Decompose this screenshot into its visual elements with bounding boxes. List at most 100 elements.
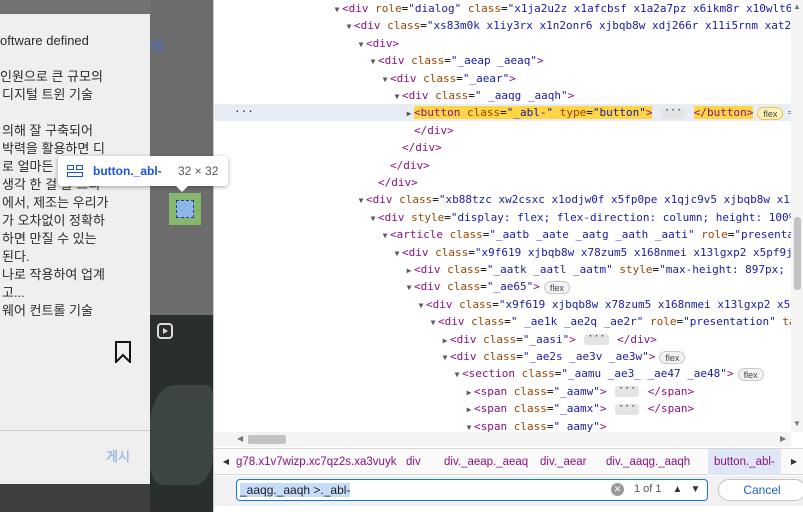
cancel-button[interactable]: Cancel (718, 479, 803, 501)
dom-node[interactable]: ▼ <div class="x9f619 xjbqb8w x78zum5 x168… (214, 244, 791, 261)
dom-node[interactable]: ▶ <span class="_aamw"> ··· </span> (214, 383, 791, 400)
expand-triangle-icon[interactable]: ▼ (416, 297, 426, 314)
reel-icon[interactable] (157, 323, 173, 339)
scroll-left-icon[interactable]: ◀ (237, 434, 243, 443)
scroll-down-icon[interactable]: ▼ (793, 419, 801, 428)
collapse-triangle-icon[interactable]: ▶ (440, 332, 450, 349)
dom-node[interactable]: ▼ <div class="_aeap _aeaq"> (214, 52, 791, 69)
dom-node[interactable]: ▼ <div style="display: flex; flex-directi… (214, 209, 791, 226)
dom-node-markup: <div class=" _aaqg _aaqh"> (402, 89, 575, 102)
collapse-triangle-icon[interactable]: ▶ (464, 401, 474, 418)
dom-node[interactable]: ▶ <div class="_aatk _aatl _aatm" style="m… (214, 261, 791, 278)
breadcrumb-prev-icon[interactable]: ◀ (216, 449, 236, 476)
dom-node-markup: <div class="_aear"> (390, 71, 516, 85)
dom-node[interactable]: </div> (214, 157, 791, 174)
vertical-scrollbar[interactable]: ▲ ▼ (791, 0, 803, 432)
dom-node[interactable]: ▼ <div class="xb88tzc xw2csxc x1odjw0f x5… (214, 191, 791, 208)
element-highlight-overlay[interactable] (169, 193, 201, 225)
dom-node[interactable]: ▼ <div class="_ae65"> flex (214, 278, 791, 295)
caption-line: 에서, 제조는 우리가 (2, 195, 109, 210)
dom-tree[interactable]: ▼ <div role="dialog" class="x1ja2u2z x1af… (214, 0, 791, 432)
arrow-down-icon[interactable]: ▼ (688, 482, 703, 497)
expand-triangle-icon[interactable]: ▼ (356, 36, 366, 53)
breadcrumb-next-icon[interactable]: ▶ (784, 449, 803, 476)
dom-node[interactable]: ▼ <div class=" _ae1k _ae2q _ae2r" role="p… (214, 313, 791, 330)
dom-node[interactable]: ▼ <div class=" _aaqg _aaqh"> (214, 87, 791, 104)
breadcrumb-item[interactable]: g78.x1v7wizp.xc7qz2s.xa3vuyk (236, 449, 396, 475)
dom-node-markup: <div class="xb88tzc xw2csxc x1odjw0f x5f… (366, 193, 791, 207)
expand-triangle-icon[interactable]: ▼ (368, 53, 378, 70)
expand-triangle-icon[interactable]: ▼ (428, 314, 438, 331)
expand-triangle-icon[interactable]: ▼ (368, 210, 378, 227)
post-top-strip (0, 0, 150, 14)
breadcrumb-item[interactable]: div (406, 449, 421, 475)
dom-node-markup: <section class="_aamu _ae3_ _ae47 _ae48"… (462, 367, 764, 381)
dom-node[interactable]: ▼ <div class="x9f619 xjbqb8w x78zum5 x168… (214, 296, 791, 313)
element-inspect-icon (176, 200, 194, 218)
flex-layout-icon (67, 165, 83, 177)
dom-node[interactable]: </div> (214, 139, 791, 156)
node-actions-ellipsis[interactable]: ··· (234, 105, 254, 118)
dom-node[interactable]: ▼ <div role="dialog" class="x1ja2u2z x1af… (214, 0, 791, 17)
dom-node-selected[interactable]: ▶ <button class="_abl-" type="button"> ··… (214, 104, 791, 122)
dom-node[interactable]: ▼ <span class="_aamy"> (214, 418, 791, 432)
dom-node[interactable]: ▶ <div class="_aasi"> ··· </div> (214, 331, 791, 348)
scroll-right-icon[interactable]: ▶ (780, 434, 786, 443)
tooltip-element-size: 32 × 32 (178, 164, 219, 178)
caption-line: 디지털 트윈 기술 (2, 87, 93, 102)
dom-node-markup: </div> (414, 123, 454, 137)
dom-node[interactable]: ▼ <section class="_aamu _ae3_ _ae47 _ae48… (214, 365, 791, 382)
caption-line: 로 얼마든 (2, 159, 54, 174)
post-side-glyph: 에 (150, 38, 164, 55)
collapse-triangle-icon[interactable]: ▶ (404, 262, 414, 279)
breadcrumb-item-current[interactable]: button._abl- (708, 449, 781, 475)
dom-node-markup: <span class="_aamw"> ··· </span> (474, 383, 695, 398)
vertical-scroll-thumb[interactable] (794, 217, 801, 290)
scroll-up-icon[interactable]: ▲ (793, 2, 801, 11)
breadcrumb-item[interactable]: div._aear (540, 449, 586, 475)
dom-node-markup: <div class="_ae65"> flex (414, 280, 570, 294)
expand-triangle-icon[interactable]: ▼ (344, 18, 354, 35)
dom-node-markup: </div> (378, 176, 418, 189)
expand-triangle-icon[interactable]: ▼ (392, 245, 402, 262)
caption-line: 의해 잘 구축되어 (2, 123, 93, 138)
expand-triangle-icon[interactable]: ▼ (380, 227, 390, 244)
dom-node[interactable]: ▼ <div class="_aear"> (214, 70, 791, 87)
collapse-triangle-icon[interactable]: ▶ (404, 105, 414, 122)
dom-node[interactable]: ▼ <div class="xs83m0k x1iy3rx x1n2onr6 xj… (214, 17, 791, 34)
expand-triangle-icon[interactable]: ▼ (464, 419, 474, 432)
dom-node[interactable]: ▼ <article class="_aatb _aate _aatg _aath… (214, 226, 791, 243)
breadcrumb-item[interactable]: div._aeap._aeaq (444, 449, 528, 475)
dom-node-markup: <div class="_aasi"> ··· </div> (450, 331, 657, 346)
expand-triangle-icon[interactable]: ▼ (380, 71, 390, 88)
expand-triangle-icon[interactable]: ▼ (392, 88, 402, 105)
dom-node-markup: <span class="_aamy"> (474, 419, 607, 432)
post-submit-button[interactable]: 게시 (106, 446, 130, 465)
search-result-count: 1 of 1 (634, 483, 662, 495)
dom-node[interactable]: </div> (214, 122, 791, 139)
horizontal-scroll-thumb[interactable] (248, 435, 286, 444)
dom-node-markup: <div class="xs83m0k x1iy3rx x1n2onr6 xjb… (354, 19, 791, 33)
dom-node[interactable]: ▼ <div class="_ae2s _ae3v _ae3w"> flex (214, 348, 791, 365)
search-query: _aaqg._aaqh >._abl- (240, 483, 351, 497)
expand-triangle-icon[interactable]: ▼ (332, 1, 342, 18)
dom-node-markup: <div class=" _ae1k _ae2q _ae2r" role="pr… (438, 315, 791, 329)
dom-node[interactable]: </div> (214, 174, 791, 191)
expand-triangle-icon[interactable]: ▼ (356, 192, 366, 209)
expand-triangle-icon[interactable]: ▼ (452, 366, 462, 383)
dom-node[interactable]: ▶ <span class="_aamx"> ··· </span> (214, 400, 791, 417)
dom-node[interactable]: ▼ <div> (214, 35, 791, 52)
expand-triangle-icon[interactable]: ▼ (440, 349, 450, 366)
dom-node-markup: <span class="_aamx"> ··· </span> (474, 400, 695, 416)
search-clear-icon[interactable]: ✕ (611, 483, 624, 496)
dom-node-markup: <div class="x9f619 xjbqb8w x78zum5 x168n… (402, 245, 791, 259)
expand-triangle-icon[interactable]: ▼ (404, 279, 414, 296)
horizontal-scrollbar[interactable]: ◀ ▶ (214, 432, 791, 447)
breadcrumb-item[interactable]: div._aaqg._aaqh (606, 449, 690, 475)
arrow-up-icon[interactable]: ▲ (670, 482, 685, 497)
bookmark-icon[interactable] (114, 341, 132, 363)
dom-node-markup: </div> (390, 158, 430, 172)
post-media[interactable] (150, 315, 213, 512)
caption-line: 하면 만질 수 있는 (2, 231, 97, 246)
collapse-triangle-icon[interactable]: ▶ (464, 384, 474, 401)
